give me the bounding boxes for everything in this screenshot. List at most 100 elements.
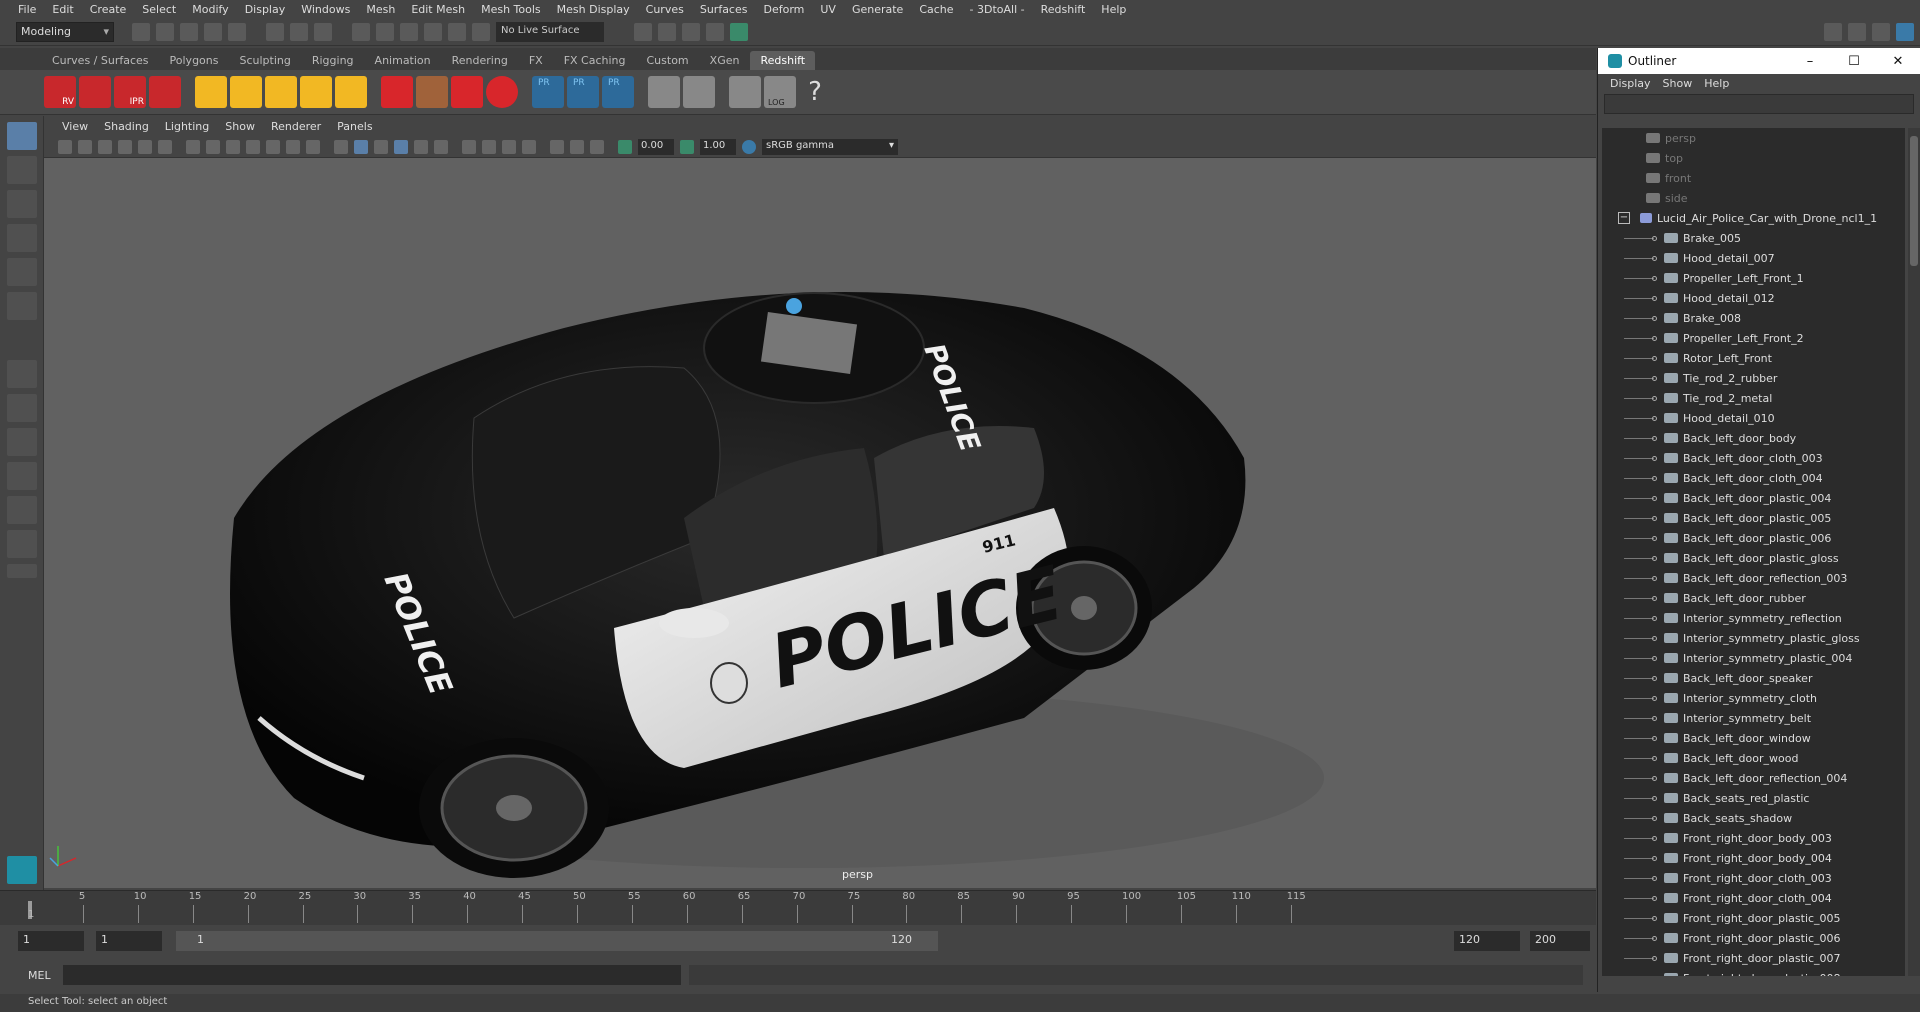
panel-menu-panels[interactable]: Panels — [329, 120, 380, 133]
gamma-field[interactable]: 1.00 — [700, 138, 736, 155]
sun-light-icon[interactable] — [335, 76, 367, 108]
snap-live-icon[interactable] — [472, 22, 490, 41]
outliner-scrollbar[interactable] — [1908, 128, 1920, 976]
safe-action-icon[interactable] — [286, 139, 300, 154]
grid-icon[interactable] — [186, 139, 200, 154]
ipr-render-icon[interactable] — [658, 22, 676, 41]
menu-mesh[interactable]: Mesh — [358, 3, 403, 16]
xray-icon[interactable] — [462, 139, 476, 154]
smooth-shade-icon[interactable] — [354, 139, 368, 154]
view-transform-dropdown[interactable]: sRGB gamma — [762, 138, 898, 155]
redshift-render-view-icon[interactable]: RV — [44, 76, 76, 108]
menu-surfaces[interactable]: Surfaces — [692, 3, 756, 16]
exposure-field[interactable]: 0.00 — [638, 138, 674, 155]
field-chart-icon[interactable] — [266, 139, 280, 154]
outliner-item[interactable]: Back_left_door_wood — [1602, 748, 1905, 768]
menu-uv[interactable]: UV — [812, 3, 844, 16]
grease-pencil-icon[interactable] — [158, 139, 172, 154]
shelf-tab-animation[interactable]: Animation — [365, 51, 441, 70]
save-scene-icon[interactable] — [180, 22, 198, 41]
snap-plane-icon[interactable] — [424, 22, 442, 41]
attribute-editor-icon[interactable] — [1872, 22, 1890, 41]
shelf-tab-xgen[interactable]: XGen — [700, 51, 750, 70]
outliner-item[interactable]: Front_right_door_plastic_005 — [1602, 908, 1905, 928]
time-slider[interactable]: 1 5 10 15 20 25 30 35 40 45 50 55 60 65 70 75 80 85 90 95 1… — [0, 890, 1596, 925]
depth-of-field-icon[interactable] — [590, 139, 604, 154]
lasso-tool-icon[interactable] — [7, 156, 37, 184]
menu-help[interactable]: Help — [1093, 3, 1134, 16]
outliner-item[interactable]: Hood_detail_010 — [1602, 408, 1905, 428]
menu-mesh-tools[interactable]: Mesh Tools — [473, 3, 549, 16]
outliner-item[interactable]: Back_left_door_plastic_005 — [1602, 508, 1905, 528]
film-gate-icon[interactable] — [206, 139, 220, 154]
outliner-item[interactable]: Back_seats_shadow — [1602, 808, 1905, 828]
outliner-item[interactable]: Back_left_door_plastic_gloss — [1602, 548, 1905, 568]
safe-title-icon[interactable] — [306, 139, 320, 154]
shelf-tab-fx[interactable]: FX — [519, 51, 553, 70]
ambient-occlusion-icon[interactable] — [502, 139, 516, 154]
scale-tool-icon[interactable] — [7, 292, 37, 320]
outliner-scrollbar-thumb[interactable] — [1910, 136, 1918, 266]
outliner-item[interactable]: Back_left_door_cloth_004 — [1602, 468, 1905, 488]
panel-menu-view[interactable]: View — [54, 120, 96, 133]
help-icon[interactable]: ? — [799, 76, 831, 108]
outliner-item[interactable]: Front_right_door_plastic_007 — [1602, 948, 1905, 968]
outliner-item[interactable]: Back_left_door_cloth_003 — [1602, 448, 1905, 468]
outliner-menu-display[interactable]: Display — [1604, 77, 1657, 90]
redshift-render-view-icon[interactable] — [730, 22, 748, 41]
snap-point-icon[interactable] — [400, 22, 418, 41]
outliner-item[interactable]: Interior_symmetry_cloth — [1602, 688, 1905, 708]
panel-menu-renderer[interactable]: Renderer — [263, 120, 329, 133]
outliner-item[interactable]: Front_right_door_body_003 — [1602, 828, 1905, 848]
shelf-tab-rendering[interactable]: Rendering — [442, 51, 518, 70]
outliner-item[interactable]: Propeller_Left_Front_2 — [1602, 328, 1905, 348]
outliner-item[interactable]: Back_left_door_reflection_004 — [1602, 768, 1905, 788]
dome-light-icon[interactable] — [300, 76, 332, 108]
outliner-camera-front[interactable]: front — [1602, 168, 1905, 188]
menu-redshift[interactable]: Redshift — [1033, 3, 1094, 16]
undo-icon[interactable] — [204, 22, 222, 41]
redshift-settings-icon[interactable] — [149, 76, 181, 108]
outliner-item[interactable]: Back_left_door_body — [1602, 428, 1905, 448]
outliner-item[interactable]: Back_left_door_rubber — [1602, 588, 1905, 608]
channel-box-icon[interactable] — [1848, 22, 1866, 41]
outliner-item[interactable]: Back_left_door_window — [1602, 728, 1905, 748]
redshift-ipr-icon[interactable]: IPR — [114, 76, 146, 108]
outliner-item[interactable]: Front_right_door_body_004 — [1602, 848, 1905, 868]
shelf-tab-sculpting[interactable]: Sculpting — [229, 51, 300, 70]
mel-label[interactable]: MEL — [28, 969, 51, 982]
outliner-item[interactable]: Tie_rod_2_metal — [1602, 388, 1905, 408]
menu-3dtoall[interactable]: - 3DtoAll - — [962, 3, 1033, 16]
graph-layout-icon[interactable] — [7, 496, 37, 524]
outliner-item[interactable]: Brake_005 — [1602, 228, 1905, 248]
shelf-tab-fx-caching[interactable]: FX Caching — [554, 51, 636, 70]
collapse-icon[interactable]: − — [1618, 212, 1630, 224]
proxy-icon[interactable] — [381, 76, 413, 108]
menu-set-dropdown[interactable]: Modeling — [16, 21, 114, 42]
outliner-item[interactable]: Interior_symmetry_belt — [1602, 708, 1905, 728]
image-plane-icon[interactable] — [118, 139, 132, 154]
camera-attributes-icon[interactable] — [78, 139, 92, 154]
outliner-layout-icon[interactable] — [7, 462, 37, 490]
close-icon[interactable]: ✕ — [1876, 54, 1920, 69]
outliner-item[interactable]: Front_right_door_plastic_006 — [1602, 928, 1905, 948]
panel-menu-show[interactable]: Show — [217, 120, 263, 133]
open-scene-icon[interactable] — [156, 22, 174, 41]
outliner-item[interactable]: Interior_symmetry_plastic_gloss — [1602, 628, 1905, 648]
two-pane-layout-icon[interactable] — [7, 428, 37, 456]
shelf-tab-curves-surfaces[interactable]: Curves / Surfaces — [42, 51, 159, 70]
sphere-material-icon[interactable] — [486, 76, 518, 108]
bookmark-icon[interactable] — [98, 139, 112, 154]
outliner-root-group[interactable]: − Lucid_Air_Police_Car_with_Drone_ncl1_1 — [1602, 208, 1905, 228]
proxy-export-icon[interactable]: PR — [532, 76, 564, 108]
wireframe-icon[interactable] — [334, 139, 348, 154]
tool-settings-icon[interactable] — [1896, 22, 1914, 41]
use-all-lights-icon[interactable] — [414, 139, 428, 154]
redo-icon[interactable] — [228, 22, 246, 41]
gate-mask-icon[interactable] — [246, 139, 260, 154]
aa-icon[interactable] — [570, 139, 584, 154]
snap-surface-icon[interactable] — [448, 22, 466, 41]
shelf-tab-redshift[interactable]: Redshift — [750, 51, 816, 70]
outliner-menu-show[interactable]: Show — [1657, 77, 1699, 90]
outliner-item[interactable]: Brake_008 — [1602, 308, 1905, 328]
